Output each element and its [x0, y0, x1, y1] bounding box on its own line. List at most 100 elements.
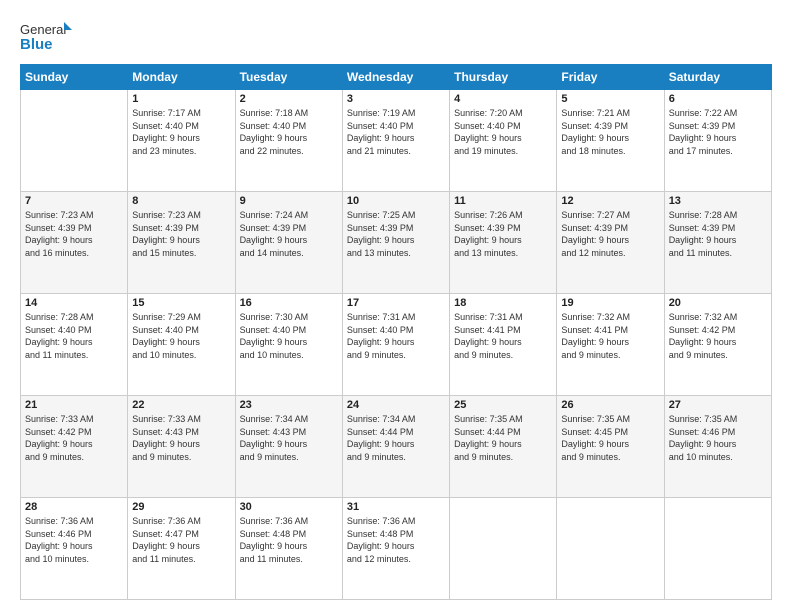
weekday-header-wednesday: Wednesday — [342, 65, 449, 90]
day-number: 7 — [25, 195, 123, 207]
day-info: Sunrise: 7:36 AMSunset: 4:46 PMDaylight:… — [25, 515, 123, 565]
day-number: 16 — [240, 297, 338, 309]
calendar-cell: 24 Sunrise: 7:34 AMSunset: 4:44 PMDayligh… — [342, 396, 449, 498]
day-info: Sunrise: 7:26 AMSunset: 4:39 PMDaylight:… — [454, 209, 552, 259]
calendar-cell: 8Sunrise: 7:23 AMSunset: 4:39 PMDaylight… — [128, 192, 235, 294]
calendar-cell: 30Sunrise: 7:36 AMSunset: 4:48 PMDayligh… — [235, 498, 342, 600]
logo-svg: General Blue — [20, 18, 75, 56]
weekday-header-row: SundayMondayTuesdayWednesdayThursdayFrid… — [21, 65, 772, 90]
calendar-cell: 25 Sunrise: 7:35 AMSunset: 4:44 PMDayligh… — [450, 396, 557, 498]
day-info: Sunrise: 7:18 AMSunset: 4:40 PMDaylight:… — [240, 107, 338, 157]
day-number: 28 — [25, 501, 123, 513]
calendar-cell — [664, 498, 771, 600]
day-number: 24 — [347, 399, 445, 411]
day-info: Sunrise: 7:21 AMSunset: 4:39 PMDaylight:… — [561, 107, 659, 157]
calendar-cell: 28 Sunrise: 7:36 AMSunset: 4:46 PMDayligh… — [21, 498, 128, 600]
day-info: Sunrise: 7:22 AMSunset: 4:39 PMDaylight:… — [669, 107, 767, 157]
calendar-week-row: 7 Sunrise: 7:23 AMSunset: 4:39 PMDaylight… — [21, 192, 772, 294]
calendar-week-row: 21 Sunrise: 7:33 AMSunset: 4:42 PMDayligh… — [21, 396, 772, 498]
day-info: Sunrise: 7:32 AMSunset: 4:42 PMDaylight:… — [669, 311, 767, 361]
day-info: Sunrise: 7:23 AMSunset: 4:39 PMDaylight:… — [25, 209, 123, 259]
day-number: 26 — [561, 399, 659, 411]
calendar-cell: 7 Sunrise: 7:23 AMSunset: 4:39 PMDaylight… — [21, 192, 128, 294]
day-number: 11 — [454, 195, 552, 207]
day-info: Sunrise: 7:25 AMSunset: 4:39 PMDaylight:… — [347, 209, 445, 259]
day-number: 23 — [240, 399, 338, 411]
day-number: 6 — [669, 93, 767, 105]
calendar-cell: 29 Sunrise: 7:36 AMSunset: 4:47 PMDayligh… — [128, 498, 235, 600]
day-number: 10 — [347, 195, 445, 207]
day-info: Sunrise: 7:31 AMSunset: 4:41 PMDaylight:… — [454, 311, 552, 361]
day-number: 17 — [347, 297, 445, 309]
day-number: 13 — [669, 195, 767, 207]
day-info: Sunrise: 7:33 AMSunset: 4:43 PMDaylight:… — [132, 413, 230, 463]
calendar-cell: 2 Sunrise: 7:18 AMSunset: 4:40 PMDaylight… — [235, 90, 342, 192]
day-info: Sunrise: 7:35 AMSunset: 4:46 PMDaylight:… — [669, 413, 767, 463]
weekday-header-friday: Friday — [557, 65, 664, 90]
day-info: Sunrise: 7:27 AMSunset: 4:39 PMDaylight:… — [561, 209, 659, 259]
day-info: Sunrise: 7:35 AMSunset: 4:44 PMDaylight:… — [454, 413, 552, 463]
calendar-cell: 17 Sunrise: 7:31 AMSunset: 4:40 PMDayligh… — [342, 294, 449, 396]
day-number: 20 — [669, 297, 767, 309]
day-number: 4 — [454, 93, 552, 105]
weekday-header-tuesday: Tuesday — [235, 65, 342, 90]
calendar-cell — [21, 90, 128, 192]
calendar-cell: 23 Sunrise: 7:34 AMSunset: 4:43 PMDayligh… — [235, 396, 342, 498]
weekday-header-saturday: Saturday — [664, 65, 771, 90]
calendar-cell: 20 Sunrise: 7:32 AMSunset: 4:42 PMDayligh… — [664, 294, 771, 396]
day-number: 12 — [561, 195, 659, 207]
day-info: Sunrise: 7:23 AMSunset: 4:39 PMDaylight:… — [132, 209, 230, 259]
day-number: 31 — [347, 501, 445, 513]
day-number: 2 — [240, 93, 338, 105]
calendar-cell: 19Sunrise: 7:32 AMSunset: 4:41 PMDayligh… — [557, 294, 664, 396]
day-info: Sunrise: 7:36 AMSunset: 4:47 PMDaylight:… — [132, 515, 230, 565]
calendar-cell: 13Sunrise: 7:28 AMSunset: 4:39 PMDayligh… — [664, 192, 771, 294]
calendar-cell: 31Sunrise: 7:36 AMSunset: 4:48 PMDayligh… — [342, 498, 449, 600]
calendar-cell: 27 Sunrise: 7:35 AMSunset: 4:46 PMDayligh… — [664, 396, 771, 498]
day-info: Sunrise: 7:24 AMSunset: 4:39 PMDaylight:… — [240, 209, 338, 259]
day-info: Sunrise: 7:17 AMSunset: 4:40 PMDaylight:… — [132, 107, 230, 157]
calendar-cell: 16 Sunrise: 7:30 AMSunset: 4:40 PMDayligh… — [235, 294, 342, 396]
day-info: Sunrise: 7:31 AMSunset: 4:40 PMDaylight:… — [347, 311, 445, 361]
day-info: Sunrise: 7:34 AMSunset: 4:43 PMDaylight:… — [240, 413, 338, 463]
day-number: 5 — [561, 93, 659, 105]
header: General Blue — [20, 18, 772, 56]
day-info: Sunrise: 7:29 AMSunset: 4:40 PMDaylight:… — [132, 311, 230, 361]
day-number: 29 — [132, 501, 230, 513]
calendar-cell: 26 Sunrise: 7:35 AMSunset: 4:45 PMDayligh… — [557, 396, 664, 498]
day-number: 15 — [132, 297, 230, 309]
calendar-cell: 15 Sunrise: 7:29 AMSunset: 4:40 PMDayligh… — [128, 294, 235, 396]
day-info: Sunrise: 7:35 AMSunset: 4:45 PMDaylight:… — [561, 413, 659, 463]
page: General Blue SundayMondayTuesdayWednesda… — [0, 0, 792, 612]
day-number: 1 — [132, 93, 230, 105]
calendar-cell: 22 Sunrise: 7:33 AMSunset: 4:43 PMDayligh… — [128, 396, 235, 498]
day-number: 3 — [347, 93, 445, 105]
day-number: 21 — [25, 399, 123, 411]
calendar-cell: 11 Sunrise: 7:26 AMSunset: 4:39 PMDayligh… — [450, 192, 557, 294]
weekday-header-monday: Monday — [128, 65, 235, 90]
calendar-cell — [450, 498, 557, 600]
calendar-cell: 21 Sunrise: 7:33 AMSunset: 4:42 PMDayligh… — [21, 396, 128, 498]
calendar-cell: 10 Sunrise: 7:25 AMSunset: 4:39 PMDayligh… — [342, 192, 449, 294]
svg-text:General: General — [20, 22, 66, 37]
weekday-header-thursday: Thursday — [450, 65, 557, 90]
day-number: 18 — [454, 297, 552, 309]
calendar-week-row: 14Sunrise: 7:28 AMSunset: 4:40 PMDayligh… — [21, 294, 772, 396]
calendar-cell: 18 Sunrise: 7:31 AMSunset: 4:41 PMDayligh… — [450, 294, 557, 396]
calendar-cell: 1 Sunrise: 7:17 AMSunset: 4:40 PMDaylight… — [128, 90, 235, 192]
logo: General Blue — [20, 18, 75, 56]
calendar-cell: 4Sunrise: 7:20 AMSunset: 4:40 PMDaylight… — [450, 90, 557, 192]
day-number: 27 — [669, 399, 767, 411]
day-info: Sunrise: 7:33 AMSunset: 4:42 PMDaylight:… — [25, 413, 123, 463]
weekday-header-sunday: Sunday — [21, 65, 128, 90]
day-info: Sunrise: 7:34 AMSunset: 4:44 PMDaylight:… — [347, 413, 445, 463]
day-number: 19 — [561, 297, 659, 309]
calendar-cell: 9Sunrise: 7:24 AMSunset: 4:39 PMDaylight… — [235, 192, 342, 294]
calendar-cell: 14Sunrise: 7:28 AMSunset: 4:40 PMDayligh… — [21, 294, 128, 396]
calendar-cell — [557, 498, 664, 600]
day-info: Sunrise: 7:30 AMSunset: 4:40 PMDaylight:… — [240, 311, 338, 361]
day-number: 25 — [454, 399, 552, 411]
day-number: 22 — [132, 399, 230, 411]
day-info: Sunrise: 7:28 AMSunset: 4:40 PMDaylight:… — [25, 311, 123, 361]
calendar-cell: 3Sunrise: 7:19 AMSunset: 4:40 PMDaylight… — [342, 90, 449, 192]
